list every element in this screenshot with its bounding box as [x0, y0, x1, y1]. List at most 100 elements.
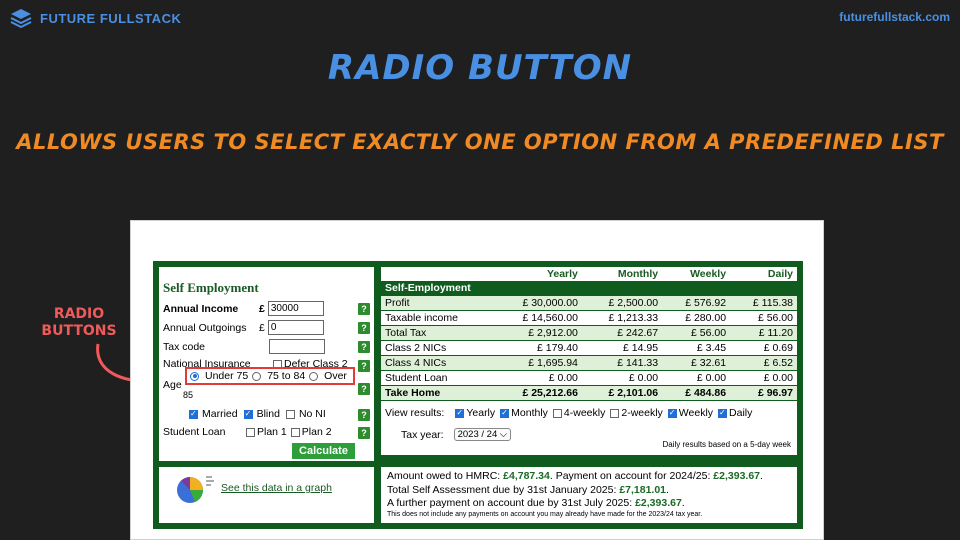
age-radio-over[interactable] [309, 371, 319, 381]
cell: £ 179.40 [493, 340, 582, 356]
stack-logo-icon [10, 9, 32, 28]
owed-text: . Payment on account for 2024/25: [549, 470, 714, 482]
age-label-tail: 85 [183, 390, 193, 400]
annual-outgoings-input[interactable]: 0 [267, 320, 324, 335]
cell: £ 11.20 [730, 325, 797, 341]
view-monthly-checkbox[interactable] [500, 408, 510, 418]
owed-text: . [760, 470, 763, 482]
table-row: Class 2 NICs £ 179.40 £ 14.95 £ 3.45 £ 0… [381, 340, 797, 356]
married-label: Married [202, 408, 238, 420]
age-radio-group: Under 75 75 to 84 Over [185, 367, 355, 385]
help-icon[interactable]: ? [358, 383, 370, 395]
pie-chart-icon[interactable] [175, 473, 217, 507]
view-4weekly-checkbox[interactable] [552, 408, 562, 418]
age-label-tail-text: 85 [183, 390, 194, 400]
graph-link[interactable]: See this data in a graph [221, 482, 332, 494]
currency-symbol: £ [259, 321, 265, 334]
annual-income-input[interactable]: 30000 [267, 301, 324, 316]
view-yearly-checkbox[interactable] [455, 408, 465, 418]
further-payment-amount: £2,393.67 [635, 497, 682, 509]
owed-amount: £4,787.34 [503, 470, 550, 482]
cell: £ 14,560.00 [493, 310, 582, 326]
no-ni-checkbox[interactable] [285, 409, 295, 419]
owed-text: Total Self Assessment due by 31st Januar… [387, 484, 620, 496]
cell: £ 2,101.06 [581, 385, 663, 401]
view-daily-checkbox[interactable] [718, 408, 728, 418]
cell: £ 25,212.66 [493, 385, 582, 401]
help-icon[interactable]: ? [358, 303, 370, 315]
tax-code-input[interactable] [269, 339, 325, 354]
student-loan-row: Student Loan Plan 1 Plan 2 [163, 426, 332, 438]
radio-buttons-callout: RADIO BUTTONS [36, 306, 122, 340]
cell: £ 96.97 [730, 385, 797, 401]
table-row: Student Loan £ 0.00 £ 0.00 £ 0.00 £ 0.00 [381, 370, 797, 386]
owed-line-1: Amount owed to HMRC: £4,787.34. Payment … [387, 470, 763, 482]
plan2-checkbox[interactable] [290, 427, 300, 437]
owed-text: Amount owed to HMRC: [387, 470, 504, 482]
cell: £ 242.67 [581, 325, 663, 341]
age-label: Age [163, 379, 182, 391]
table-row: Profit £ 30,000.00 £ 2,500.00 £ 576.92 £… [381, 295, 797, 311]
owed-line-3: A further payment on account due by 31st… [387, 497, 685, 509]
age-radio-under-75[interactable] [190, 371, 199, 381]
owed-line-2: Total Self Assessment due by 31st Januar… [387, 484, 669, 496]
age-option-label: Under 75 [205, 370, 249, 382]
age-option-label: 75 to 84 [267, 370, 306, 382]
age-label-row: Age [163, 379, 182, 391]
amount-owed-panel: Amount owed to HMRC: £4,787.34. Payment … [381, 467, 797, 523]
table-row: Class 4 NICs £ 1,695.94 £ 141.33 £ 32.61… [381, 355, 797, 371]
no-ni-label: No NI [298, 408, 326, 420]
column-header: Yearly [493, 267, 582, 281]
plan1-checkbox[interactable] [246, 427, 255, 437]
owed-note: This does not include any payments on ac… [387, 511, 703, 518]
row-label: Total Tax [381, 325, 494, 341]
plan1-label: Plan 1 [257, 426, 287, 438]
help-icon[interactable]: ? [358, 341, 370, 353]
tax-year-select[interactable]: 2023 / 24 ⌵ [453, 428, 512, 441]
column-header: Daily [730, 267, 797, 281]
cell: £ 1,695.94 [493, 355, 582, 371]
column-header: Monthly [581, 267, 663, 281]
row-label: Profit [381, 295, 494, 311]
table-row: Total Tax £ 2,912.00 £ 242.67 £ 56.00 £ … [381, 325, 797, 341]
help-icon[interactable]: ? [358, 409, 370, 421]
cell: £ 1,213.33 [581, 310, 663, 326]
column-header [381, 267, 494, 281]
annual-outgoings-row: Annual Outgoings £ 0 [163, 320, 324, 335]
tax-year-row: Tax year: 2023 / 24 ⌵ [401, 428, 512, 441]
cell: £ 0.00 [493, 370, 582, 386]
view-option-label: 2-weekly [621, 407, 663, 419]
cell: £ 30,000.00 [493, 295, 582, 311]
brand-name: FUTURE FULLSTACK [40, 10, 182, 26]
age-radio-75-to-84[interactable] [252, 371, 262, 381]
slide-title: RADIO BUTTON [327, 48, 633, 88]
cell: £ 280.00 [662, 310, 731, 326]
view-results-row: View results: Yearly Monthly 4-weekly 2-… [385, 407, 752, 419]
self-employment-form: Self Employment Annual Income £ 30000 ? … [159, 267, 374, 461]
calculate-button[interactable]: Calculate [292, 443, 355, 459]
cell: £ 56.00 [662, 325, 731, 341]
column-header: Weekly [662, 267, 731, 281]
owed-text: . [666, 484, 669, 496]
blind-checkbox[interactable] [243, 409, 253, 419]
site-url[interactable]: futurefullstack.com [839, 10, 950, 24]
calculator-frame: Self Employment Annual Income £ 30000 ? … [153, 261, 803, 529]
help-icon[interactable]: ? [358, 427, 370, 439]
cell: £ 32.61 [662, 355, 731, 371]
help-icon[interactable]: ? [358, 322, 370, 334]
annual-income-row: Annual Income £ 30000 [163, 301, 324, 316]
cell: £ 2,500.00 [581, 295, 663, 311]
cell: £ 3.45 [662, 340, 731, 356]
callout-line1: RADIO [53, 306, 105, 322]
row-label: Student Loan [381, 370, 494, 386]
view-2weekly-checkbox[interactable] [610, 408, 620, 418]
owed-text: . [681, 497, 685, 509]
table-header-row: Yearly Monthly Weekly Daily [381, 267, 797, 281]
view-weekly-checkbox[interactable] [667, 408, 677, 418]
help-icon[interactable]: ? [358, 360, 370, 372]
married-checkbox[interactable] [189, 409, 198, 419]
cell: £ 14.95 [581, 340, 663, 356]
view-results-label: View results: [385, 407, 445, 419]
row-label: Class 2 NICs [381, 340, 494, 356]
view-option-label: Weekly [678, 407, 714, 419]
